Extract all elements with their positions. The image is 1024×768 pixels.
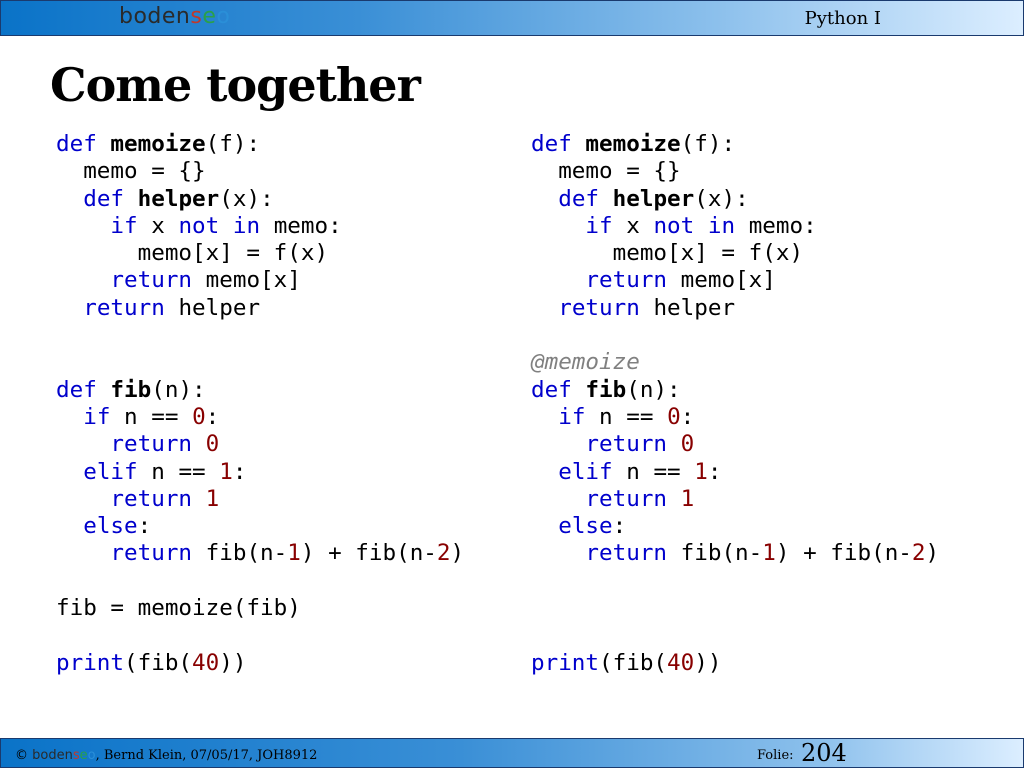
page-number: 204 [801,739,847,767]
slide-title: Come together [50,58,421,112]
header-bar: bodenseo Python I [0,0,1024,36]
course-title: Python I [804,8,881,29]
code-block-left: def memoize(f): memo = {} def helper(x):… [56,131,465,676]
bodenseo-logo: bodenseo [119,4,231,29]
copyright-symbol: © [15,748,28,763]
code-block-right: def memoize(f): memo = {} def helper(x):… [531,131,940,676]
footer-credits: © bodenseo, Bernd Klein, 07/05/17, JOH89… [15,748,317,763]
folie-label: Folie: [757,748,794,763]
author-info: , Bernd Klein, 07/05/17, JOH8912 [95,748,318,763]
footer-bar: © bodenseo, Bernd Klein, 07/05/17, JOH89… [0,738,1024,768]
footer-logo: bodenseo [32,748,96,763]
